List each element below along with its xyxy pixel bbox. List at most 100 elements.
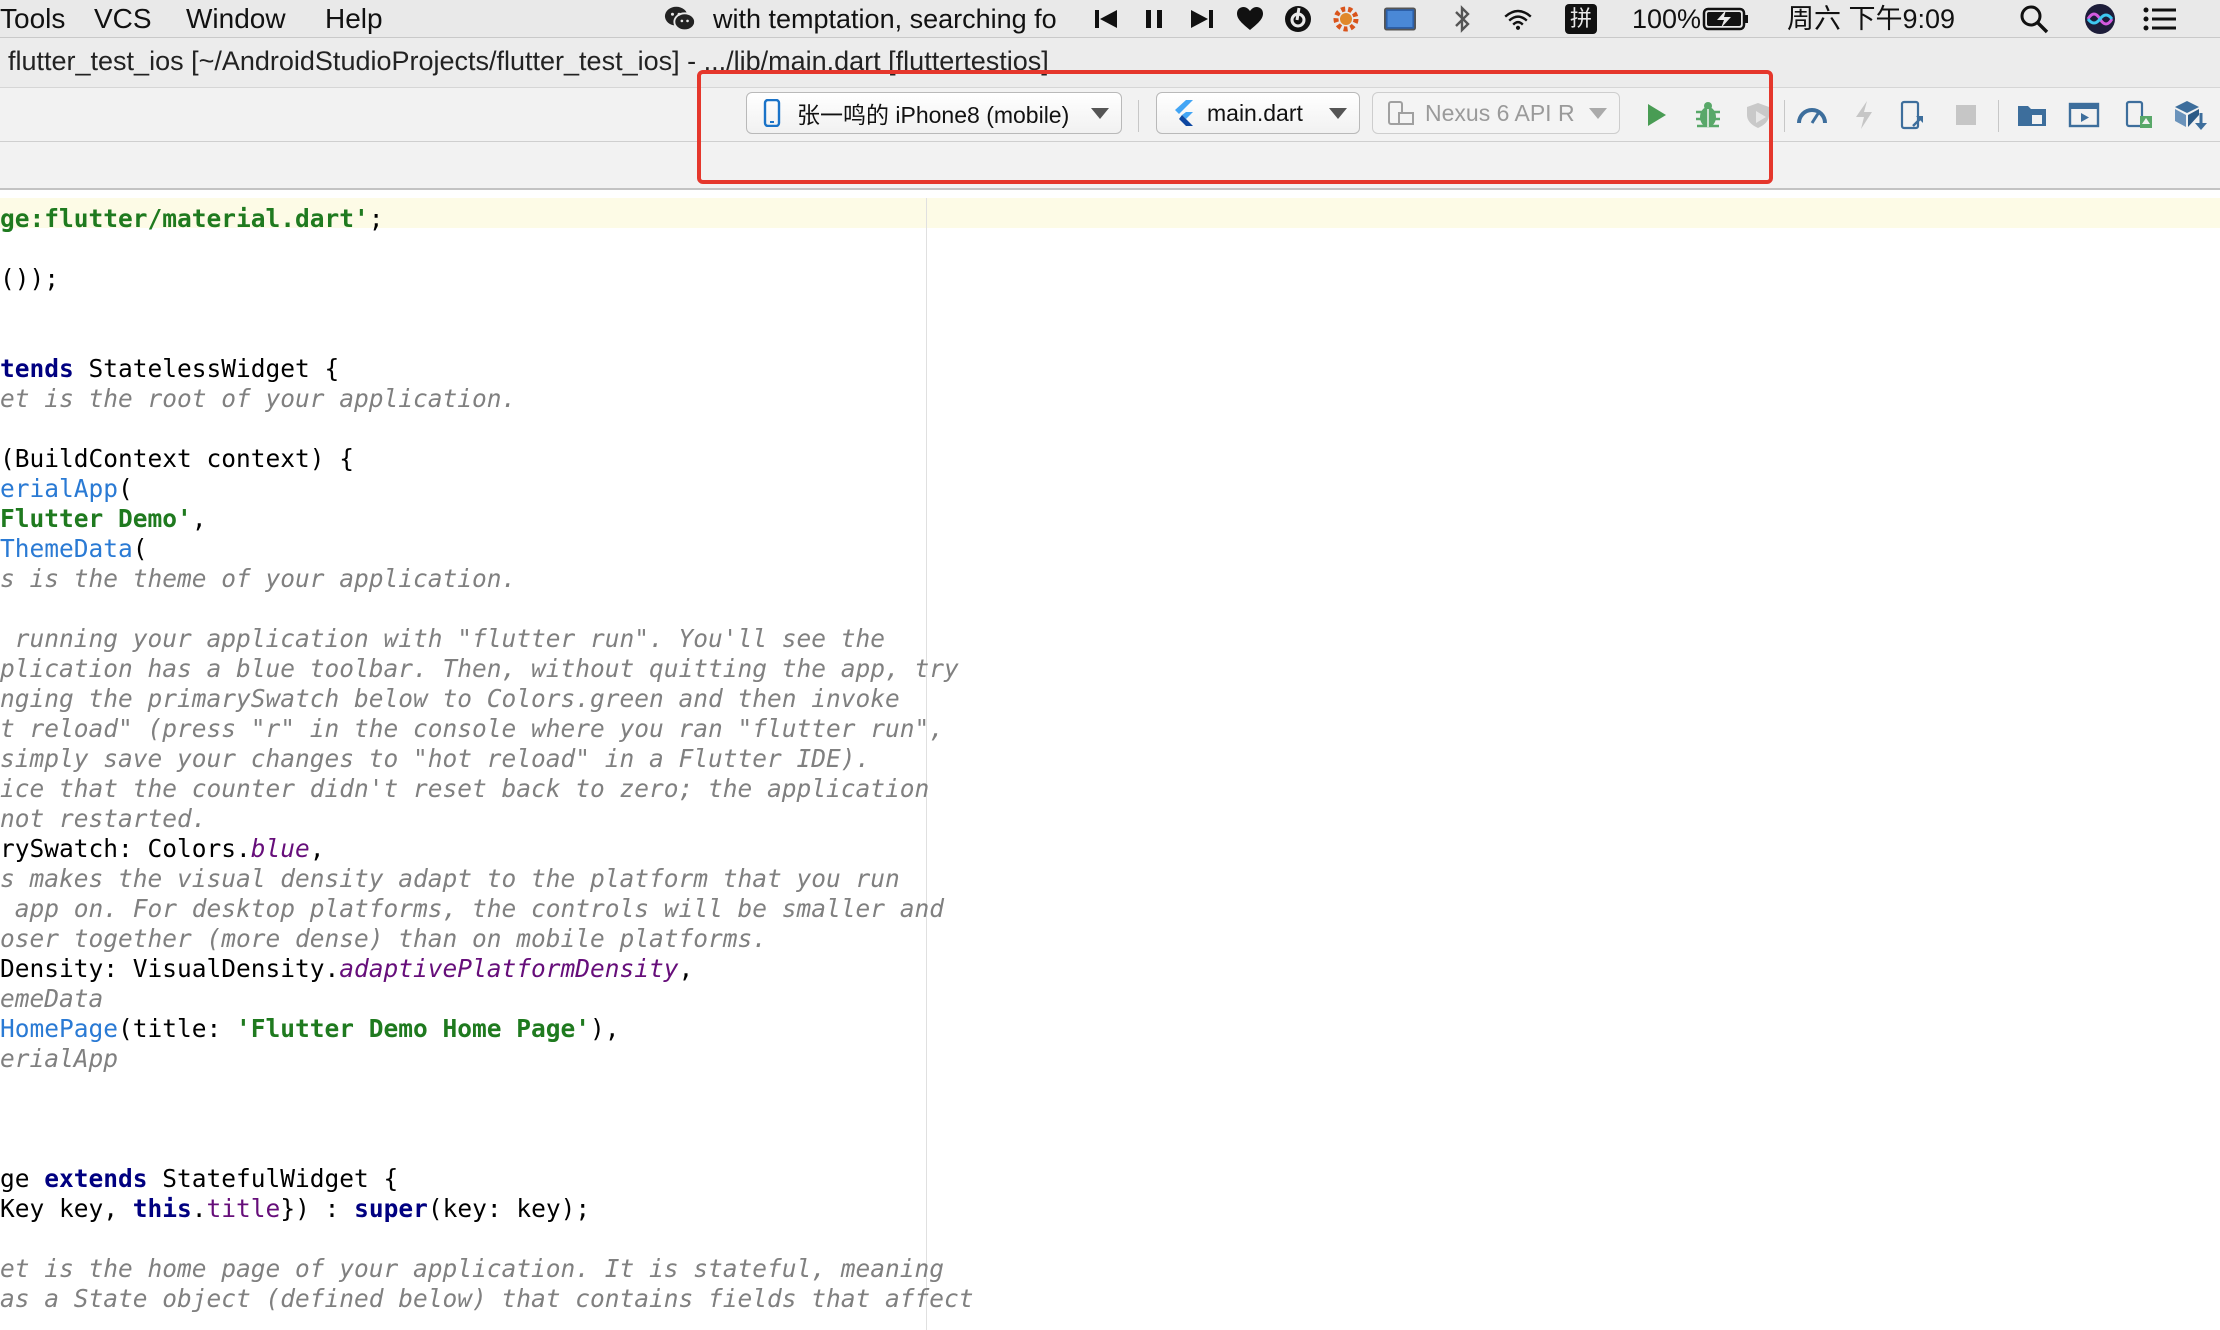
code-token: erialApp [0,1044,119,1073]
project-structure-button[interactable] [2014,97,2050,133]
input-method-icon[interactable]: 拼 [1565,4,1597,34]
battery-percent: 100% [1632,4,1702,34]
code-token: Density: VisualDensity. [0,954,340,983]
code-token: }) : [280,1194,355,1223]
window-play-icon [2068,102,2100,128]
code-token: et is the root of your application. [0,384,517,413]
clock[interactable]: 周六 下午9:09 [1787,0,1955,38]
code-token: title [206,1194,281,1223]
code-token: , [309,834,325,863]
code-token: running your application with "flutter r… [0,624,886,653]
code-line: Flutter Demo', [0,504,207,534]
code-line: running your application with "flutter r… [0,624,885,654]
code-token: ge:flutter/material.dart' [0,204,369,233]
code-token: ThemeData [0,534,133,563]
menu-help[interactable]: Help [325,0,383,38]
display-icon[interactable] [1384,3,1416,35]
heart-icon[interactable] [1234,3,1266,35]
code-token: StatelessWidget { [73,354,340,383]
code-token: et is the home page of your application.… [0,1254,945,1283]
next-track-icon[interactable] [1186,3,1218,35]
battery-charging-icon[interactable] [1702,3,1750,35]
speedometer-icon [1797,108,1827,124]
code-line: ge:flutter/material.dart'; [0,204,384,234]
code-token: simply save your changes to "hot reload"… [0,744,871,773]
code-line: et is the home page of your application.… [0,1254,944,1284]
code-line: Density: VisualDensity.adaptivePlatformD… [0,954,693,984]
hot-reload-button[interactable] [1846,97,1882,133]
stop-button[interactable] [1948,97,1984,133]
code-token: (key: key); [427,1194,591,1223]
menu-vcs[interactable]: VCS [94,0,152,38]
code-line: oser together (more dense) than on mobil… [0,924,767,954]
device-download-icon [2125,100,2152,128]
menu-bar: Tools VCS Window Help with temptation, s… [0,0,2220,38]
gear-status-icon[interactable] [1330,3,1362,35]
previous-track-icon[interactable] [1090,3,1122,35]
code-line: rySwatch: Colors.blue, [0,834,325,864]
code-token: plication has a blue toolbar. Then, with… [0,654,959,683]
menu-tools[interactable]: Tools [0,0,65,38]
attach-device-icon [1900,100,1923,130]
profile-button[interactable] [1794,97,1830,133]
code-token: app on. For desktop platforms, the contr… [0,894,945,923]
terminal-button[interactable] [2066,97,2102,133]
code-token: oser together (more dense) than on mobil… [0,924,768,953]
lightning-icon [1856,101,1872,129]
input-method-label: 拼 [1569,6,1592,31]
now-playing-title[interactable]: with temptation, searching fo [713,0,1057,38]
code-line: s is the theme of your application. [0,564,516,594]
code-token: ()); [0,264,60,293]
wifi-icon[interactable] [1502,3,1534,35]
code-line: ice that the counter didn't reset back t… [0,774,929,804]
code-token: extends [44,1164,148,1193]
siri-icon[interactable] [2084,3,2116,35]
code-token: blue [250,834,310,863]
code-token: Flutter Demo' [0,504,192,533]
right-margin-guide [926,198,927,1330]
stop-icon [1956,105,1976,125]
code-line: app on. For desktop platforms, the contr… [0,894,944,924]
code-line: tends StatelessWidget { [0,354,339,384]
code-line: plication has a blue toolbar. Then, with… [0,654,959,684]
bluetooth-icon[interactable] [1446,3,1478,35]
code-token: ), [590,1014,620,1043]
code-line: ()); [0,264,59,294]
code-token: ; [368,204,384,233]
code-token: as a State object (defined below) that c… [0,1284,974,1313]
folder-icon [2018,106,2046,126]
netease-music-icon[interactable] [1282,3,1314,35]
code-token: ( [118,474,133,503]
code-token: s is the theme of your application. [0,564,517,593]
menu-window[interactable]: Window [186,0,286,38]
code-editor[interactable]: ge:flutter/material.dart'; ()); tends Stat… [0,198,2220,1330]
code-token: . [191,1194,207,1223]
code-token: 'Flutter Demo Home Page' [236,1014,591,1043]
code-line: s makes the visual density adapt to the … [0,864,900,894]
code-token: t reload" (press "r" in the console wher… [0,714,945,743]
code-token: erialApp [0,474,119,503]
toolbar-separator [1784,100,1785,132]
code-token: StatefulWidget { [147,1164,399,1193]
code-token: , [678,954,694,983]
code-token: (title: [118,1014,237,1043]
attach-debugger-button[interactable] [1894,97,1930,133]
code-token: HomePage [0,1014,119,1043]
code-token: emeData [0,984,104,1013]
code-line: as a State object (defined below) that c… [0,1284,974,1314]
wechat-icon[interactable] [664,3,696,35]
code-line: t reload" (press "r" in the console wher… [0,714,944,744]
code-line: ThemeData( [0,534,148,564]
code-token: (BuildContext context) { [0,444,355,473]
notification-center-icon[interactable] [2140,3,2180,35]
spotlight-search-icon[interactable] [2018,3,2050,35]
code-line: nging the primarySwatch below to Colors.… [0,684,900,714]
code-line: not restarted. [0,804,207,834]
sdk-manager-button[interactable] [2172,97,2208,133]
package-download-icon [2175,101,2207,130]
code-line: erialApp [0,1044,118,1074]
pause-icon[interactable] [1138,3,1170,35]
avd-manager-button[interactable] [2120,97,2156,133]
code-line: erialApp( [0,474,133,504]
code-token: s makes the visual density adapt to the … [0,864,900,893]
